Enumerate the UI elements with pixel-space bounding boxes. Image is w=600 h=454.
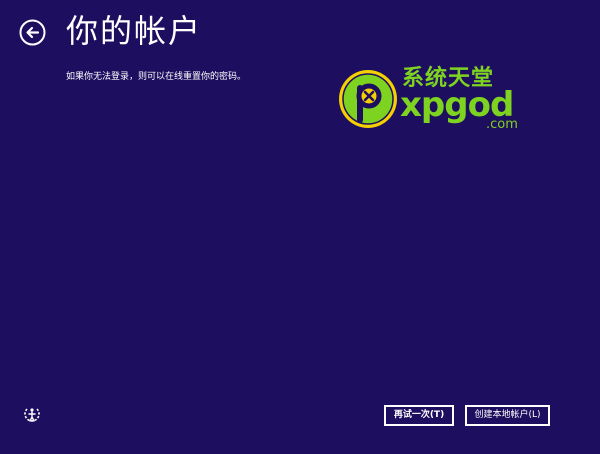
- back-button[interactable]: [19, 19, 46, 46]
- account-screen: 你的帐户 如果你无法登录，则可以在线重置你的密码。 系统天堂 xpgod .co…: [0, 0, 600, 454]
- ease-of-access-button[interactable]: [22, 405, 42, 425]
- create-local-account-button[interactable]: 创建本地帐户(L): [465, 405, 550, 426]
- page-title: 你的帐户: [66, 12, 203, 50]
- watermark: 系统天堂 xpgod .com: [336, 64, 536, 134]
- reset-password-message: 如果你无法登录，则可以在线重置你的密码。: [66, 72, 247, 82]
- back-arrow-circle-icon: [19, 19, 46, 46]
- ease-of-access-icon: [24, 408, 40, 422]
- watermark-domain: .com: [486, 117, 518, 132]
- retry-button[interactable]: 再试一次(T): [384, 405, 454, 426]
